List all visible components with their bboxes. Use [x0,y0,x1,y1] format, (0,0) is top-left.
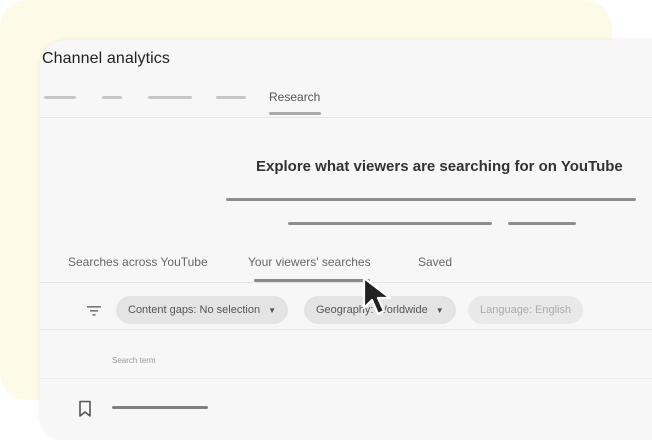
filter-icon[interactable] [86,304,102,318]
chip-label: Content gaps: No selection [128,304,261,316]
content-gaps-filter-chip[interactable]: Content gaps: No selection ▼ [116,296,289,324]
language-filter-chip[interactable]: Language: English [468,296,584,324]
tab-placeholder[interactable] [44,96,76,99]
search-term-placeholder[interactable] [112,406,208,409]
tab-placeholder[interactable] [102,96,122,99]
caret-down-icon: ▼ [268,305,277,315]
tab-placeholder[interactable] [148,96,192,99]
tab-searches-across-youtube[interactable]: Searches across YouTube [68,255,208,269]
divider [40,329,652,330]
placeholder-line [288,222,492,225]
mouse-pointer-icon [362,276,392,316]
tab-research[interactable]: Research [269,90,320,104]
tab-placeholder[interactable] [216,96,246,99]
analytics-window: Channel analytics Research Explore what … [40,40,652,440]
bookmark-icon[interactable] [78,400,92,418]
page-title: Channel analytics [42,50,170,67]
top-tab-bar: Research [40,90,652,116]
caret-down-icon: ▼ [435,305,444,315]
chip-label: Language: English [480,304,572,316]
research-headline: Explore what viewers are searching for o… [256,158,623,175]
divider [40,117,652,118]
tab-your-viewers-searches[interactable]: Your viewers' searches [248,255,371,269]
placeholder-line [508,222,576,225]
divider [40,378,652,379]
placeholder-line [226,198,636,201]
divider [40,282,652,283]
column-header-search-term: Search term [112,356,156,365]
tab-saved[interactable]: Saved [418,255,452,269]
active-tab-indicator [269,112,321,115]
